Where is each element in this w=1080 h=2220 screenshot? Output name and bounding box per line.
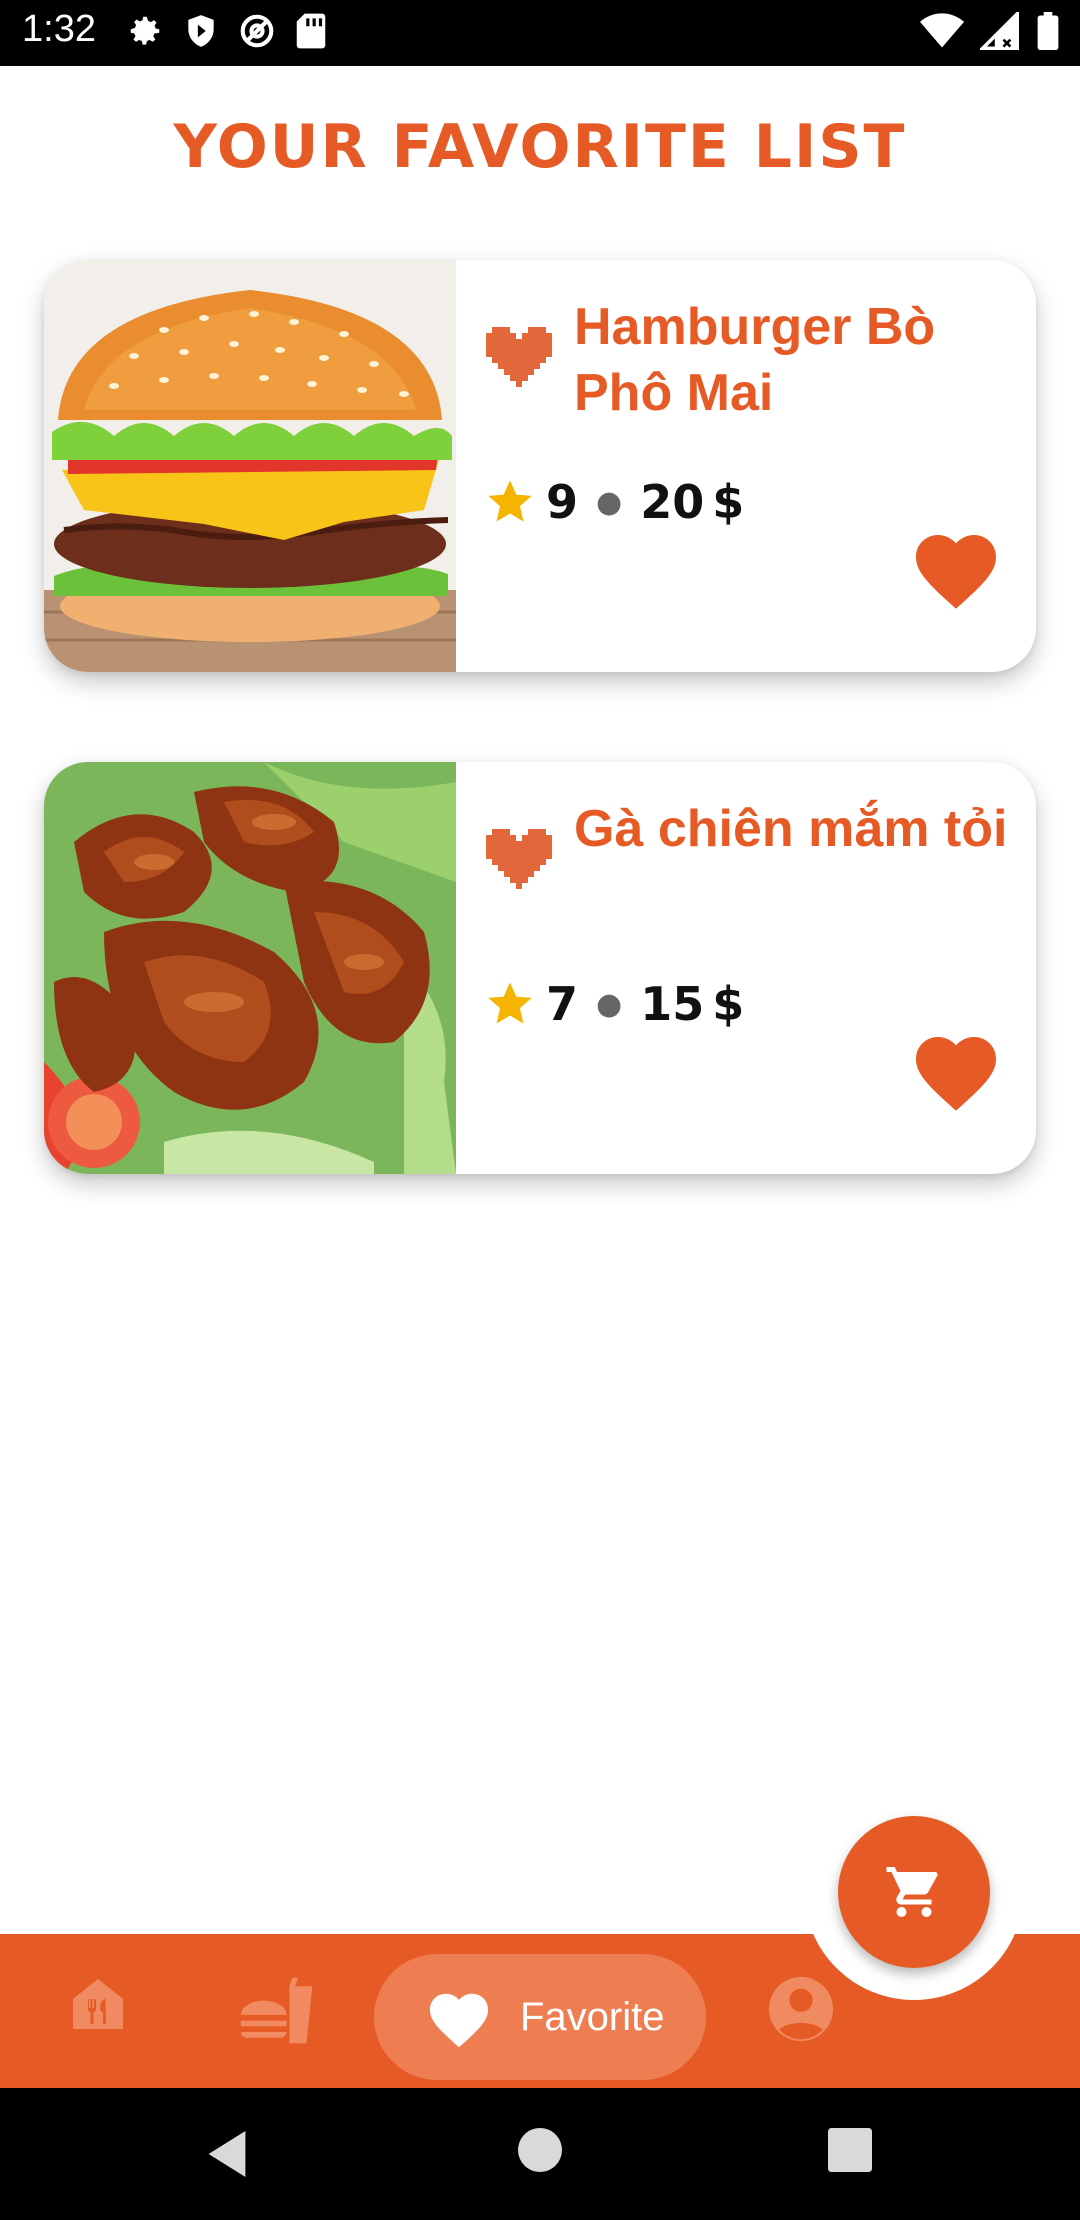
restaurant-home-icon [73, 1979, 123, 2029]
separator-dot: ● [596, 484, 623, 520]
pixel-heart-icon [486, 829, 552, 889]
nav-menu[interactable] [238, 1974, 318, 2054]
home-icon[interactable] [518, 2128, 562, 2172]
currency-symbol: $ [712, 475, 745, 529]
sd-card-icon [296, 13, 326, 49]
status-bar: 1:32 [0, 0, 1080, 66]
page-title: YOUR FAVORITE LIST [173, 112, 907, 182]
back-icon[interactable] [204, 2128, 250, 2180]
battery-icon [1037, 12, 1059, 50]
food-name: Hamburger Bò Phô Mai [574, 298, 936, 422]
price-value: 15 [640, 977, 705, 1031]
status-icons-right [920, 12, 1060, 50]
favorite-card[interactable]: Gà chiên mắm tỏi 7 ● 15 $ [44, 762, 1036, 1174]
separator-dot: ● [596, 986, 623, 1022]
rating-price-row: 7 ● 15 $ [484, 972, 744, 1036]
nav-favorite[interactable]: Favorite [374, 1954, 706, 2080]
nav-favorite-label: Favorite [520, 1994, 665, 2039]
currency-symbol: $ [712, 977, 745, 1031]
system-navigation-bar [0, 2088, 1080, 2220]
rating-value: 7 [546, 977, 579, 1031]
settings-icon [130, 16, 160, 45]
rating-price-row: 9 ● 20 $ [484, 470, 744, 534]
cart-button[interactable] [838, 1816, 990, 1968]
fast-food-icon [240, 1977, 313, 2044]
favorite-card[interactable]: Hamburger Bò Phô Mai 9 ● 20 $ [44, 260, 1036, 672]
star-icon [488, 982, 532, 1024]
pixel-heart-icon [486, 327, 552, 387]
food-name: Gà chiên mắm tỏi [574, 800, 1008, 858]
nav-profile[interactable] [766, 1974, 836, 2048]
favorite-heart-button[interactable] [908, 522, 1004, 612]
fried-chicken-wings-photo [44, 762, 456, 1174]
recents-icon[interactable] [828, 2128, 872, 2172]
status-time: 1:32 [22, 8, 96, 50]
account-icon [768, 1976, 834, 2042]
nav-home[interactable] [68, 1974, 128, 2038]
hamburger-photo [44, 260, 456, 672]
star-icon [488, 480, 532, 522]
cart-icon [886, 1867, 938, 1917]
rating-value: 9 [546, 475, 579, 529]
wifi-icon [920, 13, 964, 48]
status-icons-left [126, 12, 328, 50]
heart-icon [429, 1993, 489, 2048]
favorite-heart-button[interactable] [908, 1024, 1004, 1114]
price-value: 20 [640, 475, 705, 529]
shield-icon [188, 15, 214, 47]
signal-icon [980, 12, 1019, 50]
at-sign-icon [240, 14, 274, 48]
